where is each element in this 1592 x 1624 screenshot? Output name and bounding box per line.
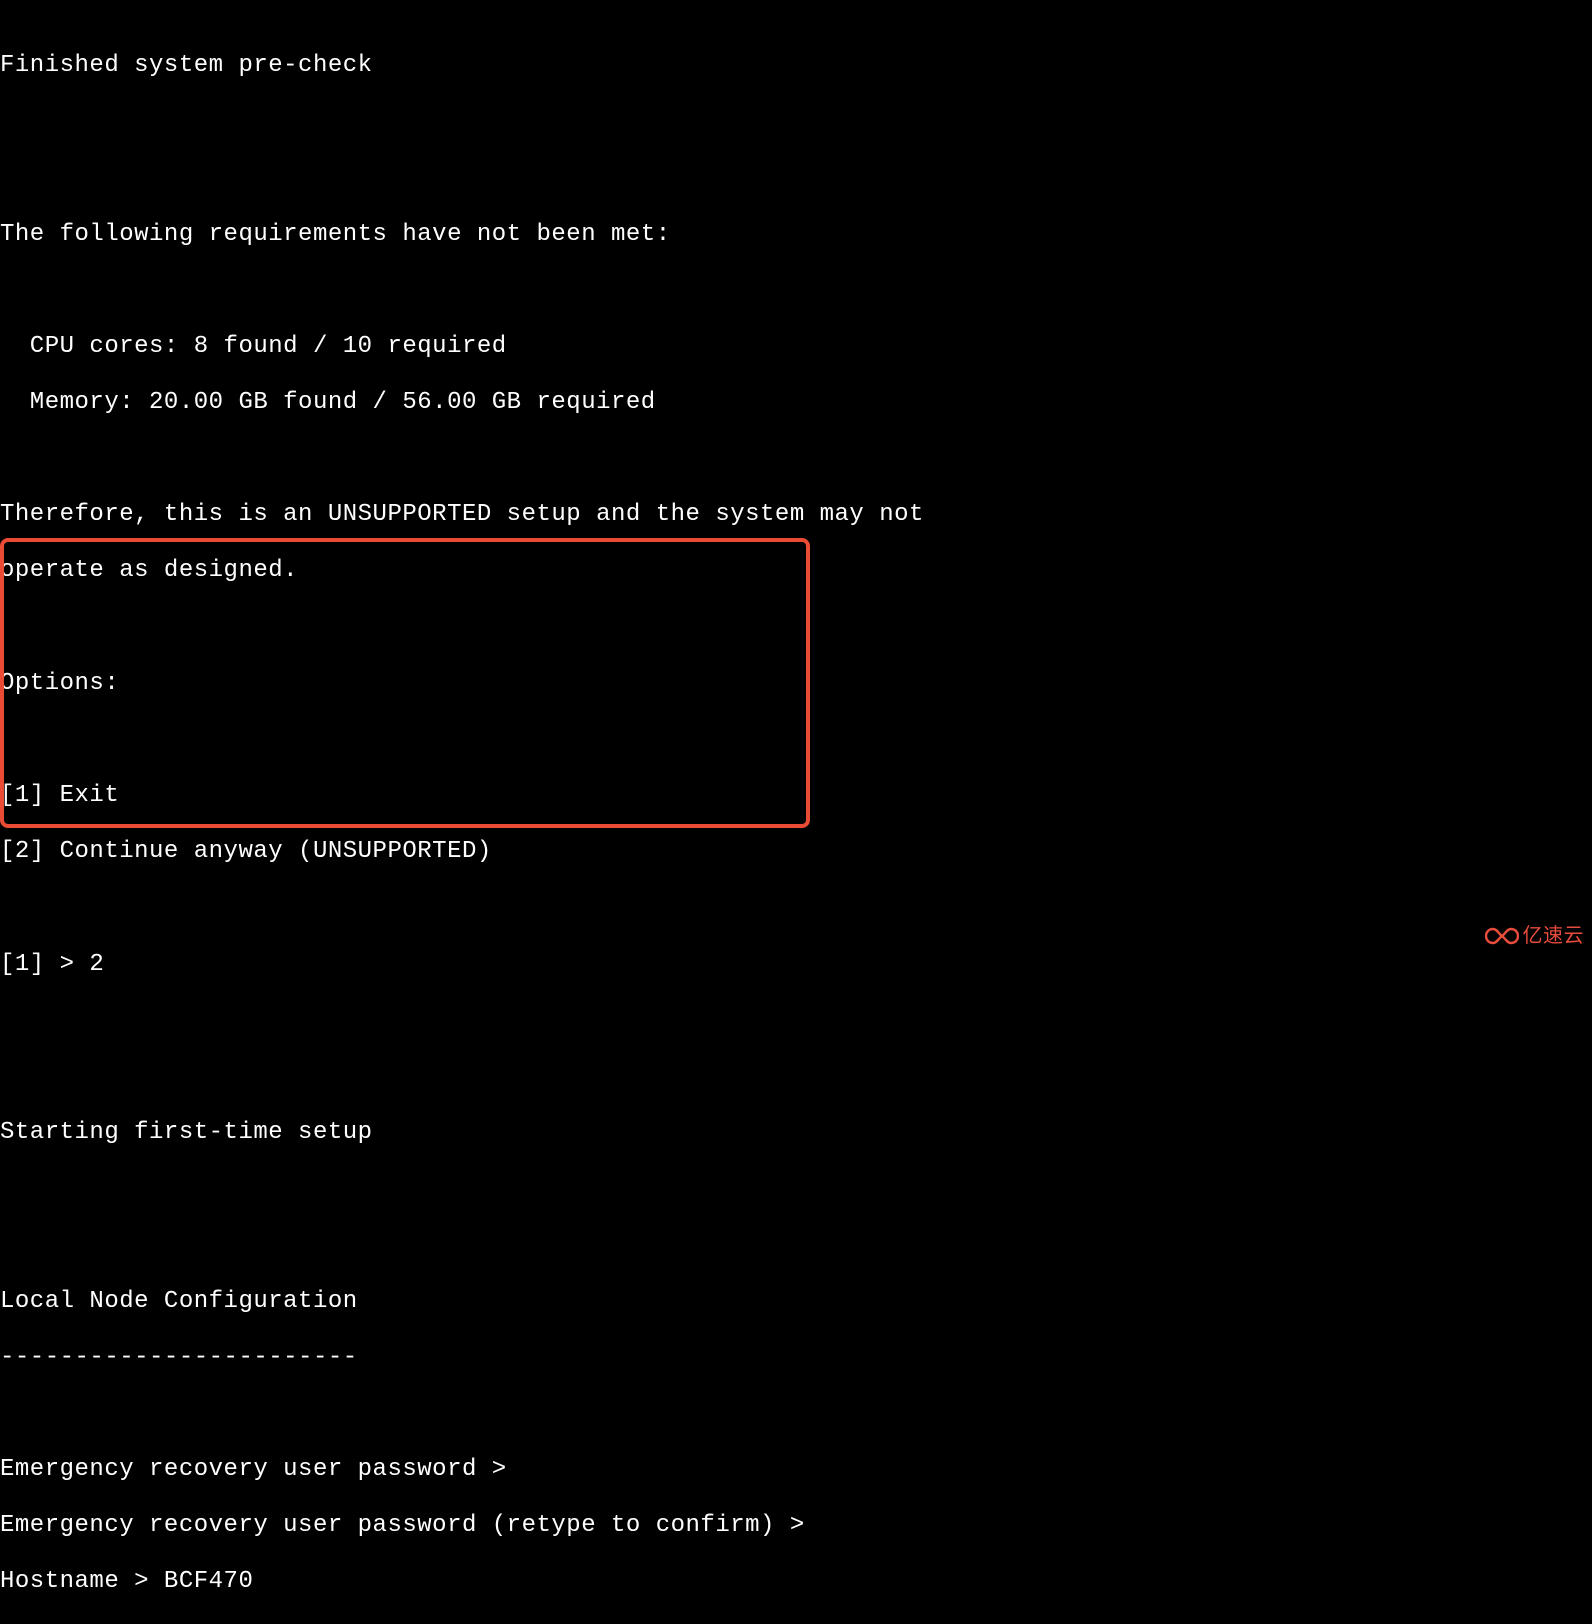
option-exit: [1] Exit	[0, 782, 1592, 810]
unsupported-warning-1: Therefore, this is an UNSUPPORTED setup …	[0, 501, 1592, 529]
blank-line	[0, 108, 1592, 136]
first-time-setup-header: Starting first-time setup	[0, 1119, 1592, 1147]
emergency-password-prompt[interactable]: Emergency recovery user password >	[0, 1456, 1592, 1484]
option-prompt-input[interactable]: [1] > 2	[0, 951, 1592, 979]
cpu-requirement: CPU cores: 8 found / 10 required	[0, 333, 1592, 361]
emergency-password-confirm-prompt[interactable]: Emergency recovery user password (retype…	[0, 1512, 1592, 1540]
options-header: Options:	[0, 670, 1592, 698]
blank-line	[0, 1063, 1592, 1091]
precheck-status: Finished system pre-check	[0, 52, 1592, 80]
memory-requirement: Memory: 20.00 GB found / 56.00 GB requir…	[0, 389, 1592, 417]
blank-line	[0, 1007, 1592, 1035]
blank-line	[0, 277, 1592, 305]
blank-line	[0, 614, 1592, 642]
blank-line	[0, 1400, 1592, 1428]
option-continue: [2] Continue anyway (UNSUPPORTED)	[0, 838, 1592, 866]
hostname-prompt[interactable]: Hostname > BCF470	[0, 1568, 1592, 1596]
blank-line	[0, 894, 1592, 922]
local-node-config-header: Local Node Configuration	[0, 1288, 1592, 1316]
watermark-text: 亿速云	[1523, 925, 1585, 948]
requirements-header: The following requirements have not been…	[0, 221, 1592, 249]
separator: ------------------------	[0, 1344, 1592, 1372]
blank-line	[0, 1175, 1592, 1203]
blank-line	[0, 445, 1592, 473]
blank-line	[0, 726, 1592, 754]
watermark: 亿速云	[1485, 925, 1585, 948]
unsupported-warning-2: operate as designed.	[0, 557, 1592, 585]
blank-line	[0, 1231, 1592, 1259]
blank-line	[0, 164, 1592, 192]
infinity-icon	[1485, 926, 1519, 946]
terminal-output[interactable]: Finished system pre-check The following …	[0, 0, 1592, 1624]
